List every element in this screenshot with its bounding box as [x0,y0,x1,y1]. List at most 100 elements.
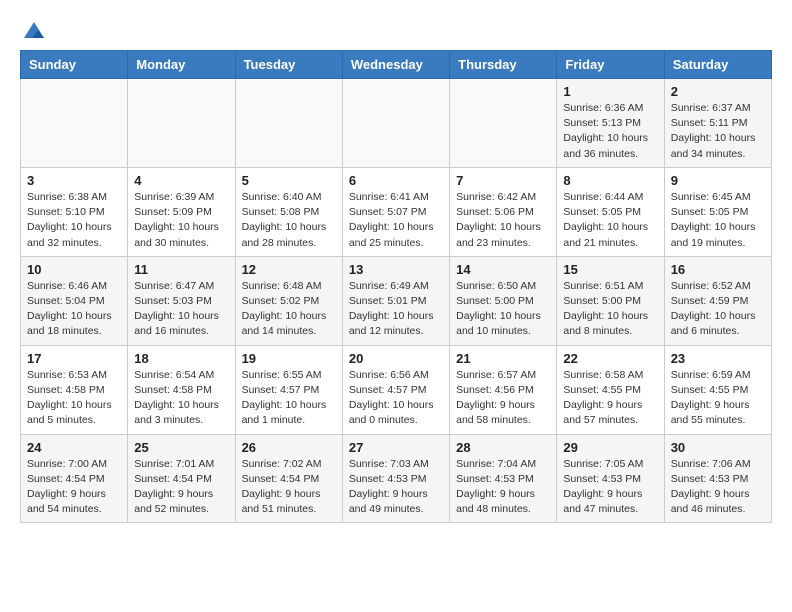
calendar-week-row: 3 Sunrise: 6:38 AM Sunset: 5:10 PM Daylig… [21,167,772,256]
calendar-week-row: 1Sunrise: 6:36 AM Sunset: 5:13 PM Daylig… [21,79,772,168]
day-number: 2 [671,84,765,99]
calendar-cell: 23 Sunrise: 6:59 AM Sunset: 4:55 PM Dayli… [664,345,771,434]
calendar-cell: 30 Sunrise: 7:06 AM Sunset: 4:53 PM Dayli… [664,434,771,523]
calendar-cell: 12Sunrise: 6:48 AM Sunset: 5:02 PM Dayli… [235,256,342,345]
day-info: Sunrise: 7:01 AM Sunset: 4:54 PM Dayligh… [134,457,228,518]
calendar-cell: 21 Sunrise: 6:57 AM Sunset: 4:56 PM Dayli… [450,345,557,434]
day-number: 17 [27,351,121,366]
calendar-cell: 3 Sunrise: 6:38 AM Sunset: 5:10 PM Daylig… [21,167,128,256]
day-number: 3 [27,173,121,188]
day-number: 21 [456,351,550,366]
weekday-header: Wednesday [342,51,449,79]
day-number: 14 [456,262,550,277]
day-info: Sunrise: 6:38 AM Sunset: 5:10 PM Dayligh… [27,190,121,251]
calendar-week-row: 10Sunrise: 6:46 AM Sunset: 5:04 PM Dayli… [21,256,772,345]
calendar-cell: 8 Sunrise: 6:44 AM Sunset: 5:05 PM Daylig… [557,167,664,256]
day-number: 22 [563,351,657,366]
day-info: Sunrise: 6:56 AM Sunset: 4:57 PM Dayligh… [349,368,443,429]
day-info: Sunrise: 6:37 AM Sunset: 5:11 PM Dayligh… [671,101,765,162]
day-info: Sunrise: 6:59 AM Sunset: 4:55 PM Dayligh… [671,368,765,429]
day-number: 6 [349,173,443,188]
day-number: 16 [671,262,765,277]
day-number: 13 [349,262,443,277]
calendar-cell: 18 Sunrise: 6:54 AM Sunset: 4:58 PM Dayli… [128,345,235,434]
day-number: 23 [671,351,765,366]
calendar-table: SundayMondayTuesdayWednesdayThursdayFrid… [20,50,772,523]
calendar-cell: 1Sunrise: 6:36 AM Sunset: 5:13 PM Daylig… [557,79,664,168]
day-number: 9 [671,173,765,188]
calendar-cell [21,79,128,168]
calendar-cell: 5Sunrise: 6:40 AM Sunset: 5:08 PM Daylig… [235,167,342,256]
calendar-week-row: 24 Sunrise: 7:00 AM Sunset: 4:54 PM Dayli… [21,434,772,523]
day-info: Sunrise: 6:53 AM Sunset: 4:58 PM Dayligh… [27,368,121,429]
day-info: Sunrise: 6:47 AM Sunset: 5:03 PM Dayligh… [134,279,228,340]
calendar-cell: 19Sunrise: 6:55 AM Sunset: 4:57 PM Dayli… [235,345,342,434]
day-info: Sunrise: 6:40 AM Sunset: 5:08 PM Dayligh… [242,190,336,251]
weekday-header: Sunday [21,51,128,79]
calendar-cell: 13 Sunrise: 6:49 AM Sunset: 5:01 PM Dayli… [342,256,449,345]
logo-icon [22,20,46,44]
day-number: 7 [456,173,550,188]
calendar-cell: 2 Sunrise: 6:37 AM Sunset: 5:11 PM Daylig… [664,79,771,168]
calendar-cell: 26 Sunrise: 7:02 AM Sunset: 4:54 PM Dayli… [235,434,342,523]
day-info: Sunrise: 6:44 AM Sunset: 5:05 PM Dayligh… [563,190,657,251]
day-info: Sunrise: 6:41 AM Sunset: 5:07 PM Dayligh… [349,190,443,251]
weekday-header: Saturday [664,51,771,79]
page-header [20,20,772,40]
day-info: Sunrise: 6:52 AM Sunset: 4:59 PM Dayligh… [671,279,765,340]
day-number: 20 [349,351,443,366]
day-info: Sunrise: 7:03 AM Sunset: 4:53 PM Dayligh… [349,457,443,518]
day-number: 10 [27,262,121,277]
day-info: Sunrise: 7:02 AM Sunset: 4:54 PM Dayligh… [242,457,336,518]
day-number: 15 [563,262,657,277]
day-info: Sunrise: 7:06 AM Sunset: 4:53 PM Dayligh… [671,457,765,518]
calendar-cell: 6 Sunrise: 6:41 AM Sunset: 5:07 PM Daylig… [342,167,449,256]
day-number: 30 [671,440,765,455]
day-info: Sunrise: 6:42 AM Sunset: 5:06 PM Dayligh… [456,190,550,251]
calendar-cell: 16 Sunrise: 6:52 AM Sunset: 4:59 PM Dayli… [664,256,771,345]
calendar-cell: 14 Sunrise: 6:50 AM Sunset: 5:00 PM Dayli… [450,256,557,345]
day-info: Sunrise: 6:45 AM Sunset: 5:05 PM Dayligh… [671,190,765,251]
calendar-cell [342,79,449,168]
day-info: Sunrise: 6:58 AM Sunset: 4:55 PM Dayligh… [563,368,657,429]
day-info: Sunrise: 6:54 AM Sunset: 4:58 PM Dayligh… [134,368,228,429]
calendar-cell: 25 Sunrise: 7:01 AM Sunset: 4:54 PM Dayli… [128,434,235,523]
calendar-cell [235,79,342,168]
calendar-header-row: SundayMondayTuesdayWednesdayThursdayFrid… [21,51,772,79]
day-info: Sunrise: 7:00 AM Sunset: 4:54 PM Dayligh… [27,457,121,518]
day-number: 18 [134,351,228,366]
day-info: Sunrise: 6:49 AM Sunset: 5:01 PM Dayligh… [349,279,443,340]
day-number: 24 [27,440,121,455]
calendar-cell [450,79,557,168]
calendar-cell: 7 Sunrise: 6:42 AM Sunset: 5:06 PM Daylig… [450,167,557,256]
day-number: 1 [563,84,657,99]
weekday-header: Friday [557,51,664,79]
day-number: 8 [563,173,657,188]
calendar-week-row: 17 Sunrise: 6:53 AM Sunset: 4:58 PM Dayli… [21,345,772,434]
logo [20,20,46,40]
calendar-cell [128,79,235,168]
day-number: 28 [456,440,550,455]
day-number: 12 [242,262,336,277]
day-number: 26 [242,440,336,455]
day-info: Sunrise: 6:55 AM Sunset: 4:57 PM Dayligh… [242,368,336,429]
day-info: Sunrise: 6:39 AM Sunset: 5:09 PM Dayligh… [134,190,228,251]
day-info: Sunrise: 6:50 AM Sunset: 5:00 PM Dayligh… [456,279,550,340]
calendar-cell: 24 Sunrise: 7:00 AM Sunset: 4:54 PM Dayli… [21,434,128,523]
calendar-cell: 11 Sunrise: 6:47 AM Sunset: 5:03 PM Dayli… [128,256,235,345]
day-number: 27 [349,440,443,455]
day-info: Sunrise: 7:05 AM Sunset: 4:53 PM Dayligh… [563,457,657,518]
day-info: Sunrise: 6:57 AM Sunset: 4:56 PM Dayligh… [456,368,550,429]
calendar-cell: 10Sunrise: 6:46 AM Sunset: 5:04 PM Dayli… [21,256,128,345]
weekday-header: Thursday [450,51,557,79]
day-info: Sunrise: 7:04 AM Sunset: 4:53 PM Dayligh… [456,457,550,518]
calendar-cell: 29Sunrise: 7:05 AM Sunset: 4:53 PM Dayli… [557,434,664,523]
day-number: 25 [134,440,228,455]
day-number: 4 [134,173,228,188]
day-info: Sunrise: 6:51 AM Sunset: 5:00 PM Dayligh… [563,279,657,340]
calendar-cell: 15 Sunrise: 6:51 AM Sunset: 5:00 PM Dayli… [557,256,664,345]
weekday-header: Monday [128,51,235,79]
calendar-cell: 9 Sunrise: 6:45 AM Sunset: 5:05 PM Daylig… [664,167,771,256]
day-number: 11 [134,262,228,277]
calendar-cell: 4 Sunrise: 6:39 AM Sunset: 5:09 PM Daylig… [128,167,235,256]
